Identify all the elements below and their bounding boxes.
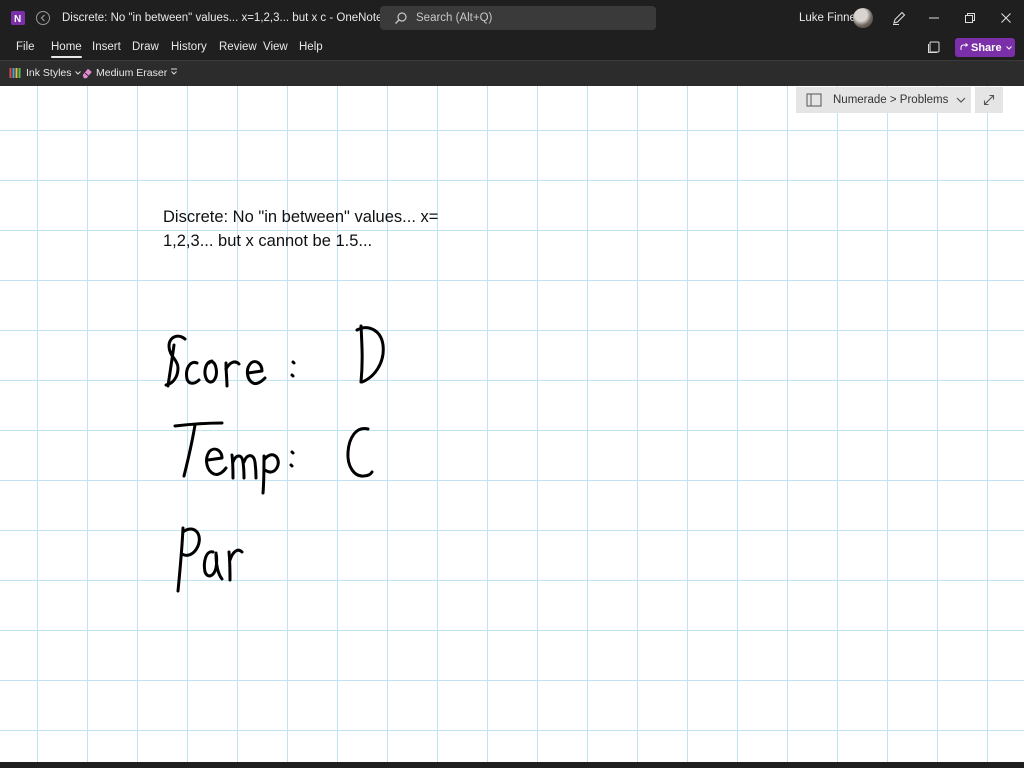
tab-draw[interactable]: Draw [132, 41, 159, 53]
search-placeholder: Search (Alt+Q) [416, 12, 493, 24]
avatar[interactable] [853, 8, 873, 28]
close-icon[interactable] [997, 9, 1015, 27]
tab-review[interactable]: Review [219, 41, 257, 53]
window-title: Discrete: No "in between" values... x=1,… [62, 12, 383, 24]
back-icon[interactable] [32, 7, 54, 29]
tab-home[interactable]: Home [51, 41, 82, 58]
tab-history[interactable]: History [171, 41, 207, 53]
eraser-button[interactable]: Medium Eraser [81, 67, 167, 79]
eraser-label: Medium Eraser [96, 67, 168, 79]
notebook-breadcrumb[interactable]: Numerade > Problems [796, 87, 971, 113]
svg-text:N: N [14, 14, 21, 25]
note-canvas[interactable] [0, 86, 1024, 768]
command-bar: Ink Styles Medium Eraser [0, 60, 1024, 86]
notebook-path: Numerade > Problems [833, 94, 949, 106]
eraser-icon [82, 68, 92, 79]
onenote-icon: N [10, 10, 26, 26]
restore-icon[interactable] [961, 9, 979, 27]
notebook-icon [806, 93, 822, 107]
share-label: Share [971, 41, 1002, 54]
tab-view[interactable]: View [263, 41, 288, 53]
dropdown-icon[interactable] [170, 68, 178, 76]
typed-note[interactable]: Discrete: No "in between" values... x= 1… [163, 205, 473, 253]
tab-insert[interactable]: Insert [92, 41, 121, 53]
pen-icon[interactable] [890, 9, 908, 27]
sync-icon[interactable] [927, 40, 941, 54]
bottom-edge [0, 762, 1024, 768]
ink-styles-icon [9, 68, 21, 78]
share-button[interactable]: Share [955, 38, 1015, 57]
tab-help[interactable]: Help [299, 41, 323, 53]
ribbon-tabs: File Home Insert Draw History Review Vie… [0, 36, 1024, 60]
chevron-down-icon [956, 97, 966, 103]
minimize-icon[interactable] [925, 9, 943, 27]
tab-file[interactable]: File [16, 41, 35, 53]
search-icon [394, 11, 408, 25]
expand-icon[interactable] [975, 87, 1003, 113]
search-input[interactable]: Search (Alt+Q) [380, 6, 656, 30]
ink-styles-button[interactable]: Ink Styles [9, 67, 81, 79]
ink-styles-label: Ink Styles [26, 67, 72, 79]
